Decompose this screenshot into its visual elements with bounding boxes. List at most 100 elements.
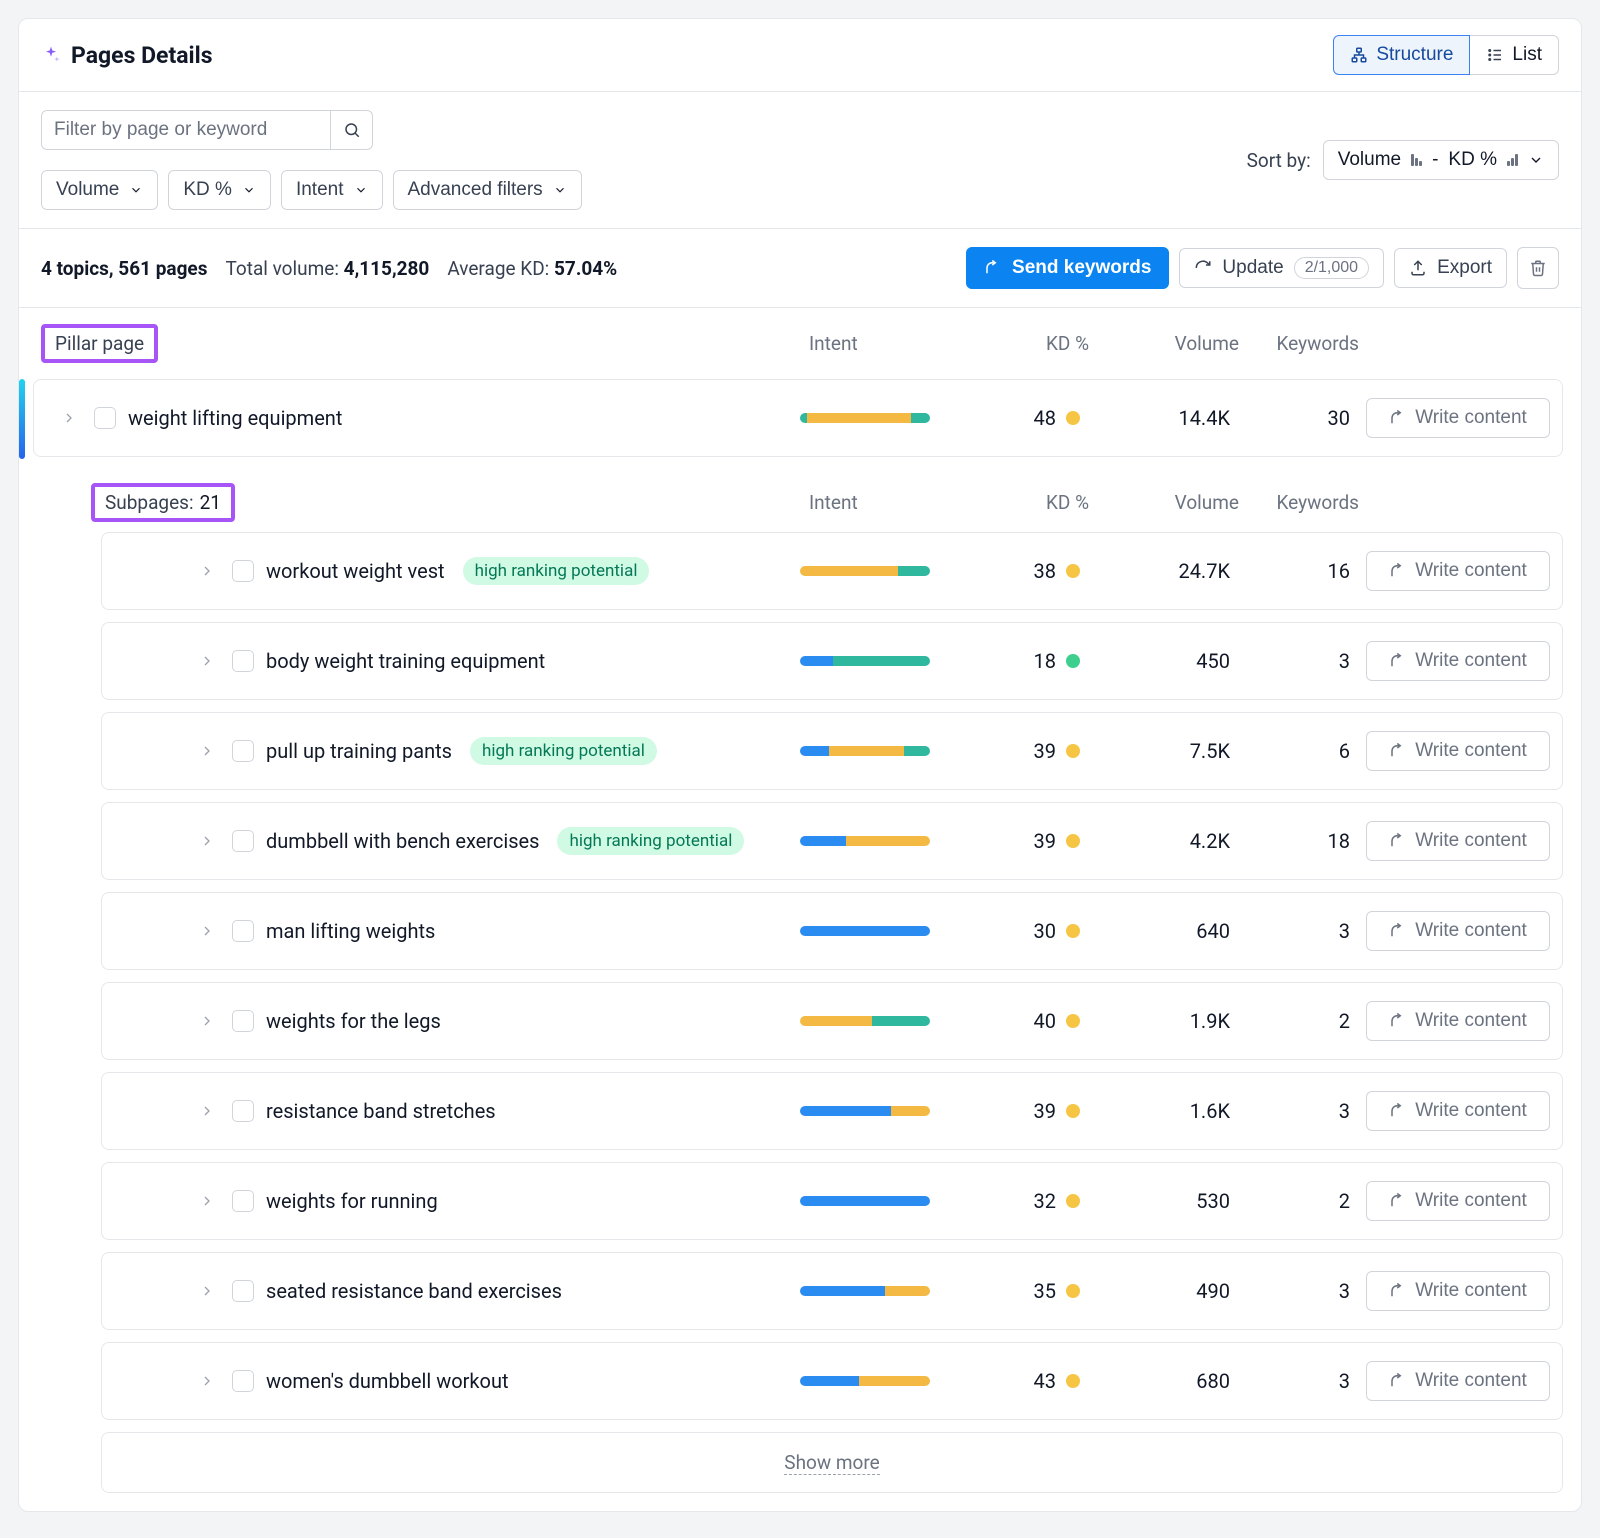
pillar-keywords: 30 (1230, 406, 1350, 430)
intent-bar (800, 1196, 930, 1206)
row-checkbox[interactable] (232, 1280, 254, 1302)
write-content-button[interactable]: Write content (1366, 398, 1550, 438)
view-structure-button[interactable]: Structure (1333, 35, 1470, 75)
intent-bar (800, 1016, 930, 1026)
chevron-right-icon (199, 833, 215, 849)
row-checkbox[interactable] (232, 1010, 254, 1032)
kd-dot (1066, 1284, 1080, 1298)
export-button[interactable]: Export (1394, 248, 1507, 288)
expand-toggle[interactable] (194, 648, 220, 674)
expand-toggle[interactable] (194, 828, 220, 854)
write-content-button[interactable]: Write content (1366, 731, 1550, 771)
filter-kd[interactable]: KD % (168, 170, 271, 210)
subpages-label: Subpages: (105, 491, 194, 514)
high-ranking-badge: high ranking potential (463, 557, 650, 585)
row-checkbox[interactable] (94, 407, 116, 429)
expand-toggle[interactable] (194, 738, 220, 764)
intent-bar (800, 746, 930, 756)
share-arrow-icon (1389, 1012, 1407, 1030)
filter-volume[interactable]: Volume (41, 170, 158, 210)
pillar-page-header: Pillar page (41, 324, 158, 363)
write-content-button[interactable]: Write content (1366, 1271, 1550, 1311)
search-input[interactable] (41, 110, 331, 150)
chevron-down-icon (354, 183, 368, 197)
row-checkbox[interactable] (232, 1370, 254, 1392)
share-arrow-icon (1389, 562, 1407, 580)
keywords-value: 18 (1230, 829, 1350, 853)
subpage-name: man lifting weights (266, 919, 435, 943)
filter-intent[interactable]: Intent (281, 170, 383, 210)
kd-value: 39 (1034, 739, 1056, 763)
write-content-label: Write content (1415, 1190, 1527, 1212)
write-content-button[interactable]: Write content (1366, 551, 1550, 591)
sort-sep: - (1432, 149, 1438, 171)
delete-button[interactable] (1517, 247, 1559, 289)
chevron-right-icon (199, 1013, 215, 1029)
col-intent: Intent (809, 491, 989, 514)
view-list-button[interactable]: List (1470, 35, 1559, 75)
send-keywords-button[interactable]: Send keywords (966, 247, 1169, 289)
write-content-button[interactable]: Write content (1366, 1001, 1550, 1041)
page-title: Pages Details (71, 42, 213, 69)
expand-toggle[interactable] (194, 1188, 220, 1214)
kd-value: 35 (1034, 1279, 1056, 1303)
kd-dot (1066, 1104, 1080, 1118)
row-checkbox[interactable] (232, 650, 254, 672)
expand-toggle[interactable] (194, 1098, 220, 1124)
chevron-right-icon (199, 1373, 215, 1389)
expand-toggle[interactable] (56, 405, 82, 431)
chevron-down-icon (1528, 152, 1544, 168)
search-button[interactable] (331, 110, 373, 150)
structure-icon (1350, 46, 1368, 64)
write-content-button[interactable]: Write content (1366, 1091, 1550, 1131)
write-content-button[interactable]: Write content (1366, 641, 1550, 681)
kd-dot (1066, 1194, 1080, 1208)
sort-desc-icon (1411, 154, 1422, 166)
expand-toggle[interactable] (194, 1008, 220, 1034)
filter-kd-label: KD % (183, 179, 232, 201)
col-keywords: Keywords (1239, 491, 1359, 514)
expand-toggle[interactable] (194, 1368, 220, 1394)
subpage-name: resistance band stretches (266, 1099, 496, 1123)
filter-advanced[interactable]: Advanced filters (393, 170, 582, 210)
col-kd: KD % (989, 491, 1089, 514)
row-checkbox[interactable] (232, 1190, 254, 1212)
sort-volume-label: Volume (1338, 149, 1401, 171)
refresh-icon (1194, 259, 1212, 277)
row-checkbox[interactable] (232, 740, 254, 762)
sort-select[interactable]: Volume - KD % (1323, 140, 1559, 180)
share-arrow-icon (1389, 409, 1407, 427)
kd-dot (1066, 564, 1080, 578)
view-toggle: Structure List (1333, 35, 1559, 75)
export-label: Export (1437, 257, 1492, 279)
row-checkbox[interactable] (232, 920, 254, 942)
volume-value: 490 (1080, 1279, 1230, 1303)
kd-dot (1066, 411, 1080, 425)
show-more[interactable]: Show more (101, 1432, 1563, 1493)
kd-value: 38 (1034, 559, 1056, 583)
row-checkbox[interactable] (232, 830, 254, 852)
write-content-button[interactable]: Write content (1366, 1361, 1550, 1401)
intent-bar (800, 836, 930, 846)
avg-kd-value: 57.04% (554, 257, 617, 280)
chevron-right-icon (199, 653, 215, 669)
row-checkbox[interactable] (232, 560, 254, 582)
subpage-name: pull up training pants (266, 739, 452, 763)
expand-toggle[interactable] (194, 558, 220, 584)
update-button[interactable]: Update 2/1,000 (1179, 248, 1384, 288)
write-content-button[interactable]: Write content (1366, 911, 1550, 951)
expand-toggle[interactable] (194, 1278, 220, 1304)
subpages-header: Subpages: 21 (91, 483, 235, 522)
write-content-label: Write content (1415, 830, 1527, 852)
share-arrow-icon (1389, 742, 1407, 760)
view-structure-label: Structure (1376, 44, 1453, 66)
share-arrow-icon (1389, 652, 1407, 670)
row-checkbox[interactable] (232, 1100, 254, 1122)
subpage-row: seated resistance band exercises354903Wr… (101, 1252, 1563, 1330)
share-arrow-icon (1389, 1192, 1407, 1210)
expand-toggle[interactable] (194, 918, 220, 944)
write-content-button[interactable]: Write content (1366, 821, 1550, 861)
volume-value: 530 (1080, 1189, 1230, 1213)
col-keywords: Keywords (1239, 332, 1359, 355)
write-content-button[interactable]: Write content (1366, 1181, 1550, 1221)
